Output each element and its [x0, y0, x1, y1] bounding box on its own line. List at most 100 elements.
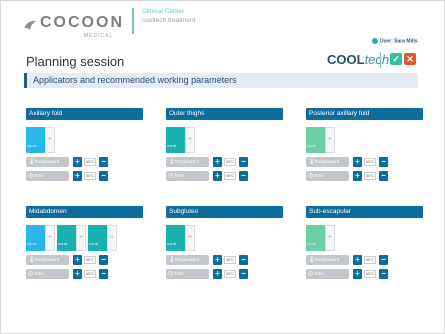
applicator-tiles: Oval HP + [166, 225, 283, 251]
temperature-label: Temperature [314, 159, 340, 164]
brand-cool: COOL [327, 52, 365, 67]
time-field: ◷ Time [166, 269, 209, 279]
time-label: Time [314, 271, 324, 276]
applicator-swatch: Oval HP [57, 225, 76, 251]
time-value[interactable]: 00°C [224, 270, 236, 278]
increase-time-button[interactable]: + [353, 171, 362, 181]
applicator-swatch: Tight HP [26, 127, 45, 153]
increase-time-button[interactable]: + [73, 171, 82, 181]
add-applicator-button[interactable]: + [325, 225, 335, 251]
decrease-time-button[interactable]: − [379, 171, 388, 181]
decrease-time-button[interactable]: − [239, 171, 248, 181]
applicator-swatch: Oval HP [166, 225, 185, 251]
time-field: ◷ Time [306, 269, 349, 279]
applicator-group: Subgluteo Oval HP + 🌡 Temperature +00°C − ◷ Time… [166, 206, 283, 279]
increase-time-button[interactable]: + [213, 171, 222, 181]
increase-temperature-button[interactable]: + [213, 157, 222, 167]
temperature-value[interactable]: 00°C [224, 256, 236, 264]
temperature-label: Temperature [314, 257, 340, 262]
logo-subtext: MEDICAL [84, 33, 114, 39]
add-applicator-button[interactable]: + [76, 225, 86, 251]
applicator-label: Tiny HP [307, 243, 316, 246]
decrease-temperature-button[interactable]: − [239, 157, 248, 167]
user-icon [372, 38, 378, 44]
applicator-tiles: Tight HP + Oval HP + Oval HP + [26, 225, 143, 251]
decrease-temperature-button[interactable]: − [239, 255, 248, 265]
decrease-time-button[interactable]: − [99, 269, 108, 279]
add-applicator-button[interactable]: + [185, 225, 195, 251]
temperature-value[interactable]: 00°C [224, 158, 236, 166]
applicator-tile[interactable]: Oval HP + [57, 225, 86, 251]
logo-text: COCOON [40, 14, 124, 31]
close-button[interactable]: ✕ [404, 53, 416, 65]
section-header: Applicators and recommended working para… [24, 73, 418, 88]
group-header: Axillary fold [26, 108, 143, 120]
applicator-tile[interactable]: Oval HP + [166, 225, 195, 251]
temperature-field: 🌡 Temperature [166, 157, 209, 167]
applicator-tile[interactable]: Tight HP + [26, 225, 55, 251]
temperature-field: 🌡 Temperature [26, 255, 69, 265]
increase-temperature-button[interactable]: + [73, 157, 82, 167]
decrease-time-button[interactable]: − [239, 269, 248, 279]
increase-temperature-button[interactable]: + [353, 157, 362, 167]
decrease-temperature-button[interactable]: − [379, 255, 388, 265]
time-label: Time [34, 173, 44, 178]
increase-time-button[interactable]: + [213, 269, 222, 279]
increase-temperature-button[interactable]: + [73, 255, 82, 265]
temperature-value[interactable]: 00°C [84, 256, 96, 264]
increase-temperature-button[interactable]: + [213, 255, 222, 265]
clinic-subtitle: cooltech treatment [142, 17, 196, 24]
increase-temperature-button[interactable]: + [353, 255, 362, 265]
add-applicator-button[interactable]: + [107, 225, 117, 251]
temperature-row: 🌡 Temperature +00°C − [166, 157, 283, 167]
group-header: Subgluteo [166, 206, 283, 218]
applicator-tile[interactable]: Oval HP + [166, 127, 195, 153]
time-row: ◷ Time +00°C − [166, 269, 283, 279]
time-label: Time [174, 173, 184, 178]
applicator-tile[interactable]: Tiny HP + [306, 127, 335, 153]
add-applicator-button[interactable]: + [45, 127, 55, 153]
decrease-temperature-button[interactable]: − [379, 157, 388, 167]
applicator-swatch: Oval HP [166, 127, 185, 153]
temperature-value[interactable]: 00°C [364, 256, 376, 264]
group-header: Sub-escapular [306, 206, 423, 218]
temperature-field: 🌡 Temperature [166, 255, 209, 265]
applicator-tiles: Tiny HP + [306, 225, 423, 251]
applicator-label: Oval HP [58, 243, 68, 246]
page-title: Planning session [26, 54, 125, 69]
applicator-group: Axillary fold Tight HP + 🌡 Temperature +00°C −… [26, 108, 143, 181]
decrease-temperature-button[interactable]: − [99, 157, 108, 167]
time-label: Time [314, 173, 324, 178]
applicator-tile[interactable]: Tight HP + [26, 127, 55, 153]
applicator-label: Oval HP [89, 243, 99, 246]
applicator-group: Sub-escapular Tiny HP + 🌡 Temperature +00°C − ◷… [306, 206, 423, 279]
add-applicator-button[interactable]: + [325, 127, 335, 153]
temperature-value[interactable]: 00°C [364, 158, 376, 166]
time-value[interactable]: 00°C [84, 172, 96, 180]
decrease-temperature-button[interactable]: − [99, 255, 108, 265]
time-value[interactable]: 00°C [84, 270, 96, 278]
user-info[interactable]: User: Sara Mills [372, 38, 418, 44]
confirm-button[interactable]: ✓ [390, 53, 402, 65]
decrease-time-button[interactable]: − [379, 269, 388, 279]
header-divider [132, 8, 134, 34]
applicator-tile[interactable]: Tiny HP + [306, 225, 335, 251]
applicator-tiles: Tight HP + [26, 127, 143, 153]
temperature-row: 🌡 Temperature +00°C − [26, 157, 143, 167]
clock-icon: ◷ [168, 271, 174, 277]
temperature-value[interactable]: 00°C [84, 158, 96, 166]
increase-time-button[interactable]: + [73, 269, 82, 279]
add-applicator-button[interactable]: + [45, 225, 55, 251]
time-value[interactable]: 00°C [364, 270, 376, 278]
time-value[interactable]: 00°C [364, 172, 376, 180]
increase-time-button[interactable]: + [353, 269, 362, 279]
applicator-swatch: Tiny HP [306, 127, 325, 153]
add-applicator-button[interactable]: + [185, 127, 195, 153]
temperature-row: 🌡 Temperature +00°C − [26, 255, 143, 265]
group-header: Outer thighs [166, 108, 283, 120]
decrease-time-button[interactable]: − [99, 171, 108, 181]
applicator-group: Posterior axillary fold Tiny HP + 🌡 Temperat… [306, 108, 423, 181]
clock-icon: ◷ [28, 173, 34, 179]
applicator-tile[interactable]: Oval HP + [88, 225, 117, 251]
time-value[interactable]: 00°C [224, 172, 236, 180]
